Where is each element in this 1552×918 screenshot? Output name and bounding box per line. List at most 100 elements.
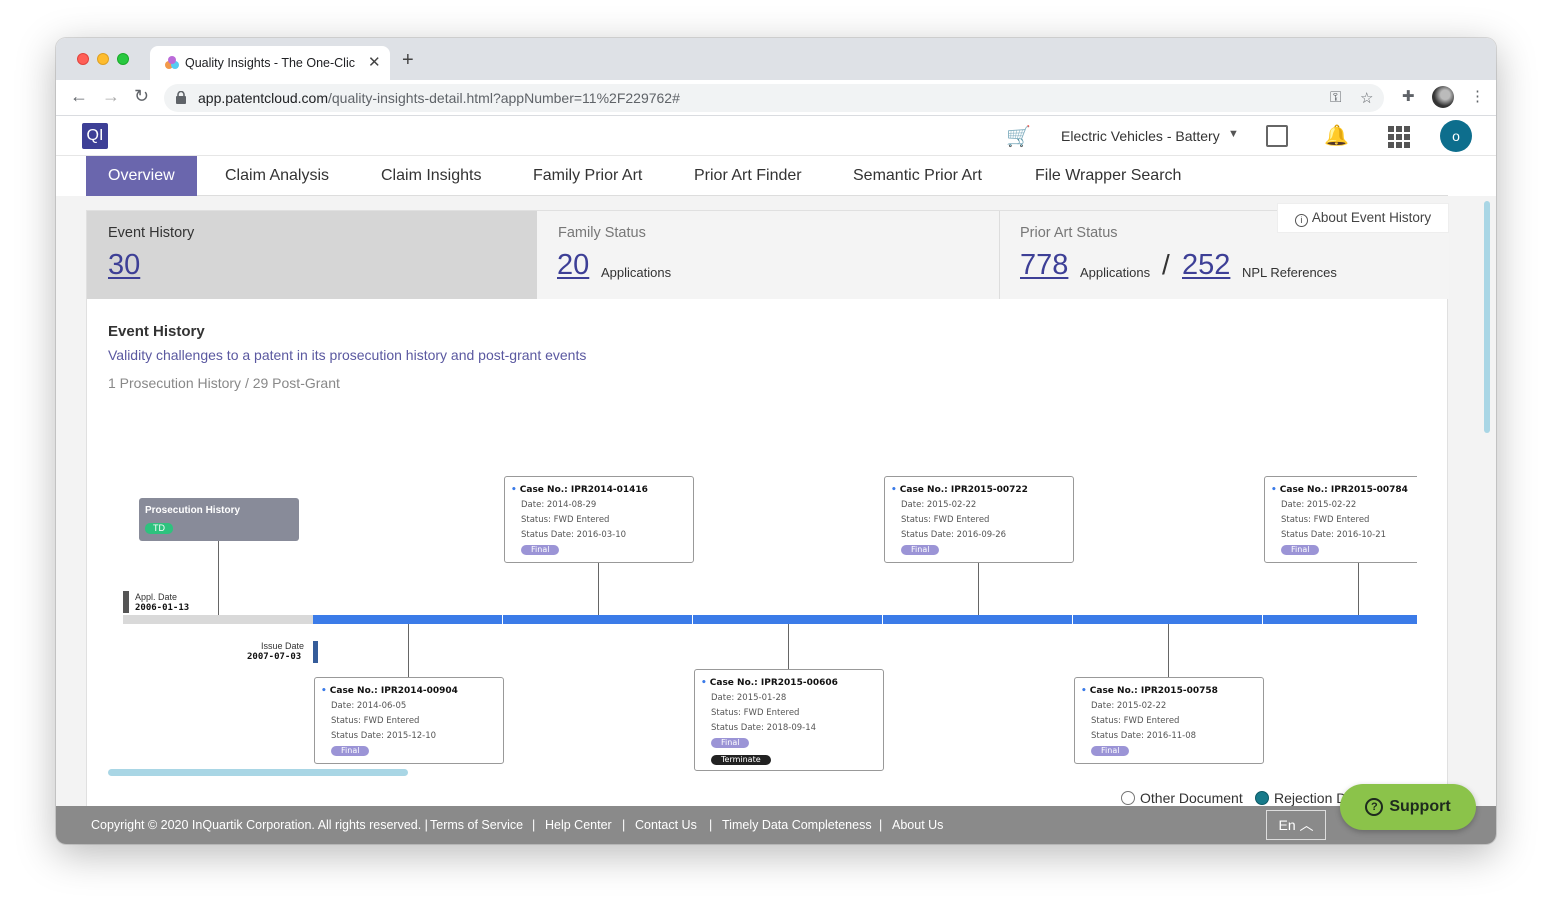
case-status: Status: FWD Entered bbox=[1281, 515, 1370, 525]
maximize-window-button[interactable] bbox=[117, 53, 129, 65]
about-us-link[interactable]: About Us bbox=[892, 818, 943, 832]
npl-count[interactable]: 252 bbox=[1182, 249, 1230, 282]
timeline-tick bbox=[692, 615, 693, 624]
slash-separator: / bbox=[1162, 249, 1170, 280]
avatar[interactable]: o bbox=[1440, 120, 1472, 152]
section-meta: 1 Prosecution History / 29 Post-Grant bbox=[108, 375, 340, 391]
event-history-stat[interactable]: Event History 30 bbox=[87, 211, 537, 299]
issue-date-value: 2007-07-03 bbox=[247, 652, 302, 662]
family-status-stat[interactable]: Family Status 20 Applications bbox=[537, 211, 1000, 299]
connector-line bbox=[788, 624, 789, 669]
contact-us-link[interactable]: Contact Us bbox=[635, 818, 697, 832]
tab-claim-analysis[interactable]: Claim Analysis bbox=[225, 156, 329, 196]
timeline-tick bbox=[882, 615, 883, 624]
caret-down-icon[interactable]: ▼ bbox=[1228, 128, 1239, 140]
profile-icon[interactable] bbox=[1432, 86, 1454, 108]
horizontal-scrollbar[interactable] bbox=[108, 769, 408, 776]
app-header: QI 🛒 Electric Vehicles - Battery ▼ 🔔 o bbox=[56, 116, 1496, 156]
star-icon[interactable]: ☆ bbox=[1360, 89, 1373, 107]
case-card[interactable]: Case No.: IPR2015-00606 Date: 2015-01-28… bbox=[694, 669, 884, 771]
case-card[interactable]: Case No.: IPR2014-00904 Date: 2014-06-05… bbox=[314, 677, 504, 764]
connector-line bbox=[218, 541, 219, 615]
tab-semantic-prior-art[interactable]: Semantic Prior Art bbox=[853, 156, 982, 196]
legend-rejection[interactable]: Rejection D bbox=[1255, 790, 1346, 806]
workspace-select[interactable]: Electric Vehicles - Battery bbox=[1061, 128, 1220, 144]
footer-separator: | bbox=[532, 818, 536, 832]
tab-prior-art-finder[interactable]: Prior Art Finder bbox=[694, 156, 802, 196]
browser-tab[interactable]: Quality Insights - The One-Clic ✕ bbox=[150, 46, 390, 80]
cart-icon[interactable]: 🛒 bbox=[1006, 124, 1031, 149]
case-status-date: Status Date: 2016-03-10 bbox=[521, 530, 627, 540]
prior-art-apps-unit: Applications bbox=[1080, 265, 1151, 280]
connector-line bbox=[1358, 563, 1359, 615]
prior-art-apps-count[interactable]: 778 bbox=[1020, 249, 1068, 282]
apps-grid-icon[interactable] bbox=[1388, 126, 1410, 148]
connector-line bbox=[1168, 624, 1169, 677]
case-card[interactable]: Case No.: IPR2014-01416 Date: 2014-08-29… bbox=[504, 476, 694, 563]
case-status-date: Status Date: 2016-09-26 bbox=[901, 530, 1007, 540]
forward-icon[interactable]: → bbox=[102, 86, 120, 107]
timely-data-link[interactable]: Timely Data Completeness bbox=[722, 818, 872, 832]
case-date: Date: 2015-02-22 bbox=[1091, 701, 1167, 711]
event-history-count[interactable]: 30 bbox=[108, 249, 140, 282]
reload-icon[interactable]: ↻ bbox=[134, 86, 149, 107]
tab-claim-insights[interactable]: Claim Insights bbox=[381, 156, 481, 196]
lock-icon bbox=[176, 91, 186, 104]
document-icon[interactable] bbox=[1266, 125, 1288, 147]
about-event-history-label: About Event History bbox=[1311, 210, 1432, 225]
final-badge: Final bbox=[1091, 746, 1130, 756]
browser-toolbar: ← → ↻ app.patentcloud.com/quality-insigh… bbox=[56, 80, 1496, 116]
terms-link[interactable]: Terms of Service bbox=[430, 818, 523, 832]
prosecution-history-node[interactable]: Prosecution History TD bbox=[139, 498, 299, 541]
language-select[interactable]: En ︿ bbox=[1266, 810, 1326, 840]
case-status-date: Status Date: 2015-12-10 bbox=[331, 731, 437, 741]
case-status: Status: FWD Entered bbox=[1091, 716, 1180, 726]
footer-separator: | bbox=[879, 818, 883, 832]
qi-logo[interactable]: QI bbox=[82, 123, 108, 149]
about-event-history-button[interactable]: i About Event History bbox=[1277, 203, 1449, 233]
info-icon: i bbox=[1294, 214, 1308, 227]
support-button[interactable]: ? Support bbox=[1340, 784, 1476, 830]
legend-other-document[interactable]: Other Document bbox=[1121, 790, 1243, 806]
case-date: Date: 2015-02-22 bbox=[1281, 500, 1357, 510]
tab-file-wrapper-search[interactable]: File Wrapper Search bbox=[1035, 156, 1181, 196]
case-card[interactable]: Case No.: IPR2015-00758 Date: 2015-02-22… bbox=[1074, 677, 1264, 764]
case-card[interactable]: Case No.: IPR2015-00784 Date: 2015-02-22… bbox=[1264, 476, 1417, 563]
favicon-icon bbox=[165, 56, 179, 69]
timeline-post-grant-segment bbox=[313, 615, 1417, 624]
bell-icon[interactable]: 🔔 bbox=[1324, 123, 1349, 148]
browser-window: Quality Insights - The One-Clic ✕ + ← → … bbox=[56, 38, 1496, 844]
prosecution-title: Prosecution History bbox=[145, 505, 241, 516]
case-number: Case No.: IPR2015-00758 bbox=[1081, 686, 1218, 696]
case-number: Case No.: IPR2015-00606 bbox=[701, 678, 838, 688]
section-subtitle: Validity challenges to a patent in its p… bbox=[108, 347, 587, 363]
tab-overview[interactable]: Overview bbox=[86, 156, 197, 196]
family-count[interactable]: 20 bbox=[557, 249, 589, 282]
timeline-prosecution-segment bbox=[123, 615, 313, 624]
minimize-window-button[interactable] bbox=[97, 53, 109, 65]
key-icon[interactable]: ⚿ bbox=[1330, 89, 1341, 106]
family-unit: Applications bbox=[601, 265, 672, 280]
address-bar[interactable]: app.patentcloud.com/quality-insights-det… bbox=[164, 84, 1384, 112]
close-tab-icon[interactable]: ✕ bbox=[368, 53, 381, 71]
extensions-icon[interactable]: ✚ bbox=[1402, 87, 1415, 105]
case-number: Case No.: IPR2015-00722 bbox=[891, 485, 1028, 495]
case-number: Case No.: IPR2015-00784 bbox=[1271, 485, 1408, 495]
close-window-button[interactable] bbox=[77, 53, 89, 65]
case-card[interactable]: Case No.: IPR2015-00722 Date: 2015-02-22… bbox=[884, 476, 1074, 563]
timeline-tick bbox=[1072, 615, 1073, 624]
final-badge: Final bbox=[1281, 545, 1320, 555]
vertical-scrollbar[interactable] bbox=[1484, 201, 1490, 433]
section-title: Event History bbox=[108, 323, 205, 340]
new-tab-button[interactable]: + bbox=[402, 49, 414, 72]
case-date: Date: 2014-08-29 bbox=[521, 500, 597, 510]
tab-family-prior-art[interactable]: Family Prior Art bbox=[533, 156, 642, 196]
connector-line bbox=[598, 563, 599, 615]
back-icon[interactable]: ← bbox=[70, 86, 88, 107]
footer-separator: | bbox=[709, 818, 713, 832]
copyright-text: Copyright © 2020 InQuartik Corporation. … bbox=[91, 818, 428, 832]
final-badge: Final bbox=[521, 545, 560, 555]
help-center-link[interactable]: Help Center bbox=[545, 818, 612, 832]
menu-icon[interactable]: ⋮ bbox=[1470, 87, 1485, 105]
issue-date-label: Issue Date bbox=[261, 641, 305, 651]
